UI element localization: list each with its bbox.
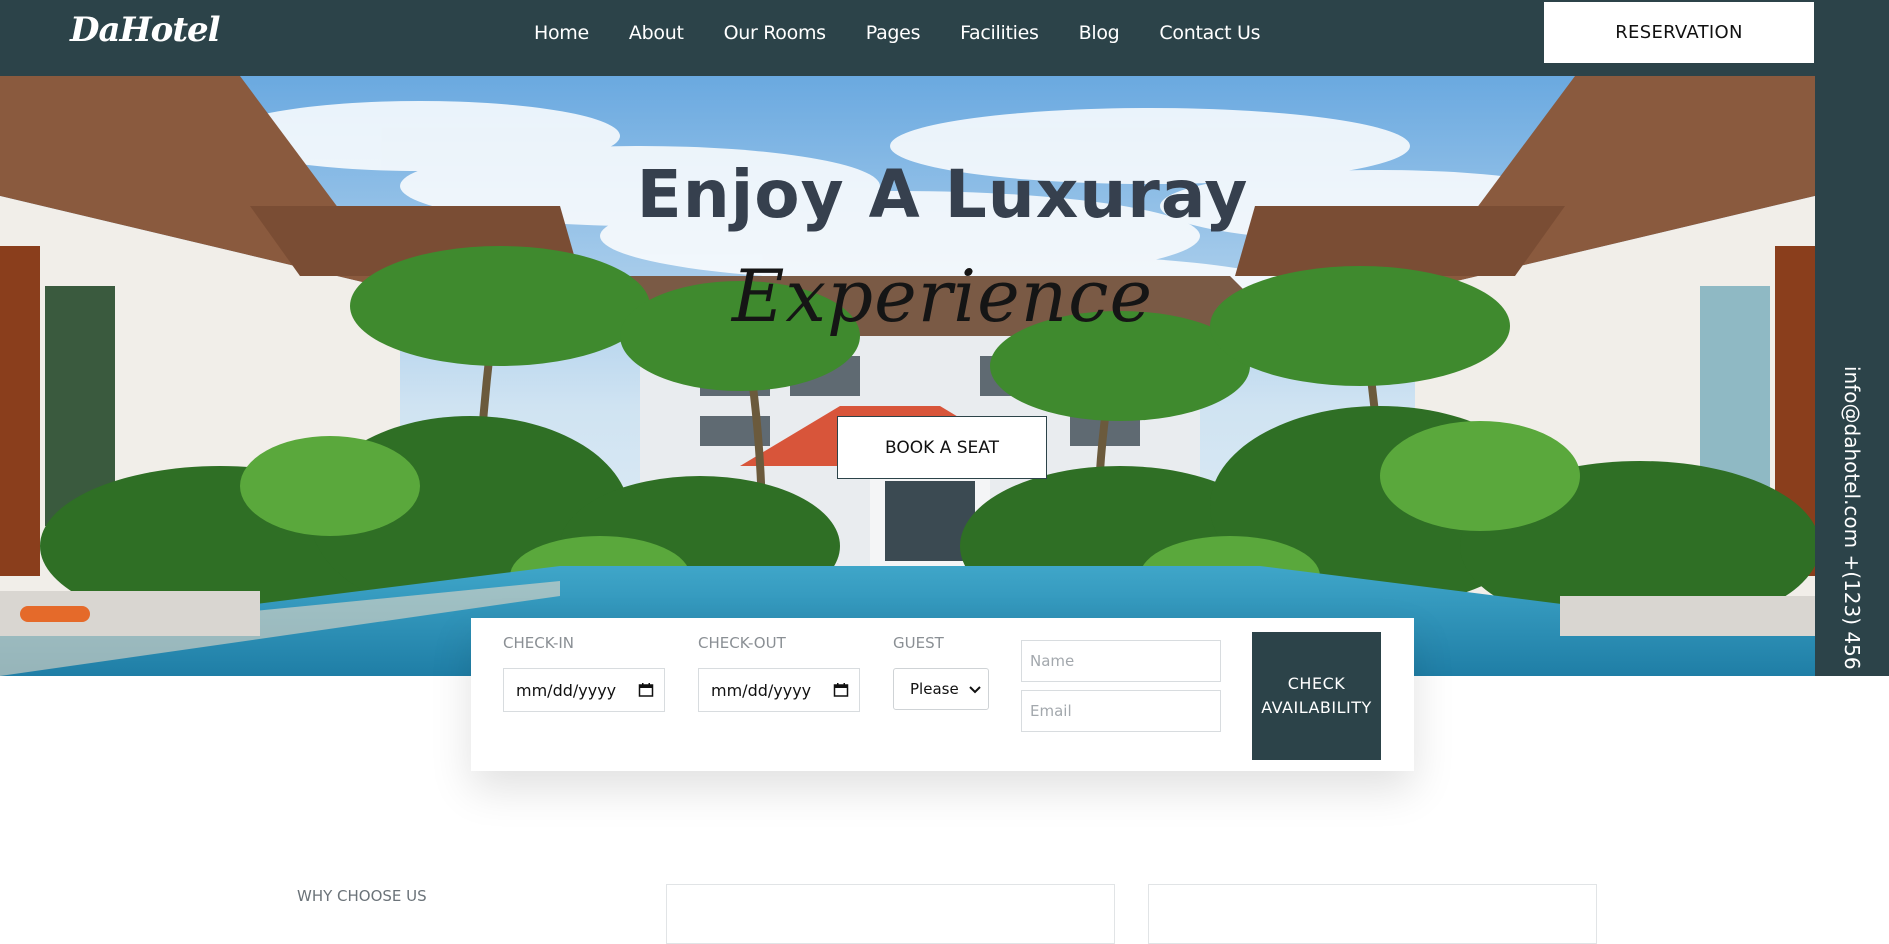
hero-banner: Enjoy A Luxuray Experience BOOK A SEAT: [0, 76, 1815, 676]
nav-blog[interactable]: Blog: [1079, 22, 1120, 44]
checkin-value: mm/dd/yyyy: [516, 680, 617, 700]
name-input[interactable]: Name: [1021, 640, 1221, 682]
guest-select[interactable]: Please choose: [893, 668, 989, 710]
nav-links: Home About Our Rooms Pages Facilities Bl…: [534, 22, 1300, 44]
nav-facilities[interactable]: Facilities: [960, 22, 1039, 44]
chevron-down-icon: [969, 686, 981, 694]
name-placeholder: Name: [1030, 652, 1075, 670]
calendar-icon: [638, 683, 654, 697]
nav-home[interactable]: Home: [534, 22, 589, 44]
feature-card: [666, 884, 1115, 944]
hero-subtitle: Experience: [731, 254, 1154, 338]
guest-selected-value: Please choose: [910, 680, 962, 698]
hero-title: Enjoy A Luxuray: [636, 156, 1249, 233]
nav-contact-us[interactable]: Contact Us: [1159, 22, 1260, 44]
calendar-icon: [833, 683, 849, 697]
email-input[interactable]: Email: [1021, 690, 1221, 732]
navbar: DaHotel Home About Our Rooms Pages Facil…: [0, 0, 1889, 76]
nav-pages[interactable]: Pages: [866, 22, 921, 44]
checkin-label: CHECK-IN: [503, 634, 575, 652]
book-a-seat-button[interactable]: BOOK A SEAT: [837, 416, 1047, 479]
check-availability-line2: AVAILABILITY: [1261, 698, 1372, 717]
side-contact-text: info@dahotel.com +(123) 456 789: [1840, 366, 1864, 715]
checkout-date-input[interactable]: mm/dd/yyyy: [698, 668, 860, 712]
email-placeholder: Email: [1030, 702, 1072, 720]
guest-label: GUEST: [893, 634, 944, 652]
checkout-value: mm/dd/yyyy: [711, 680, 812, 700]
booking-form: CHECK-IN mm/dd/yyyy CHECK-OUT mm/dd/yyyy…: [471, 618, 1414, 771]
check-availability-button[interactable]: CHECK AVAILABILITY: [1252, 632, 1381, 760]
reservation-button[interactable]: RESERVATION: [1544, 2, 1814, 63]
why-choose-us-heading: WHY CHOOSE US: [297, 887, 427, 905]
brand-logo[interactable]: DaHotel: [70, 10, 221, 50]
check-availability-line1: CHECK: [1287, 674, 1346, 693]
nav-our-rooms[interactable]: Our Rooms: [724, 22, 826, 44]
checkout-label: CHECK-OUT: [698, 634, 786, 652]
feature-card: [1148, 884, 1597, 944]
checkin-date-input[interactable]: mm/dd/yyyy: [503, 668, 665, 712]
nav-about[interactable]: About: [629, 22, 684, 44]
